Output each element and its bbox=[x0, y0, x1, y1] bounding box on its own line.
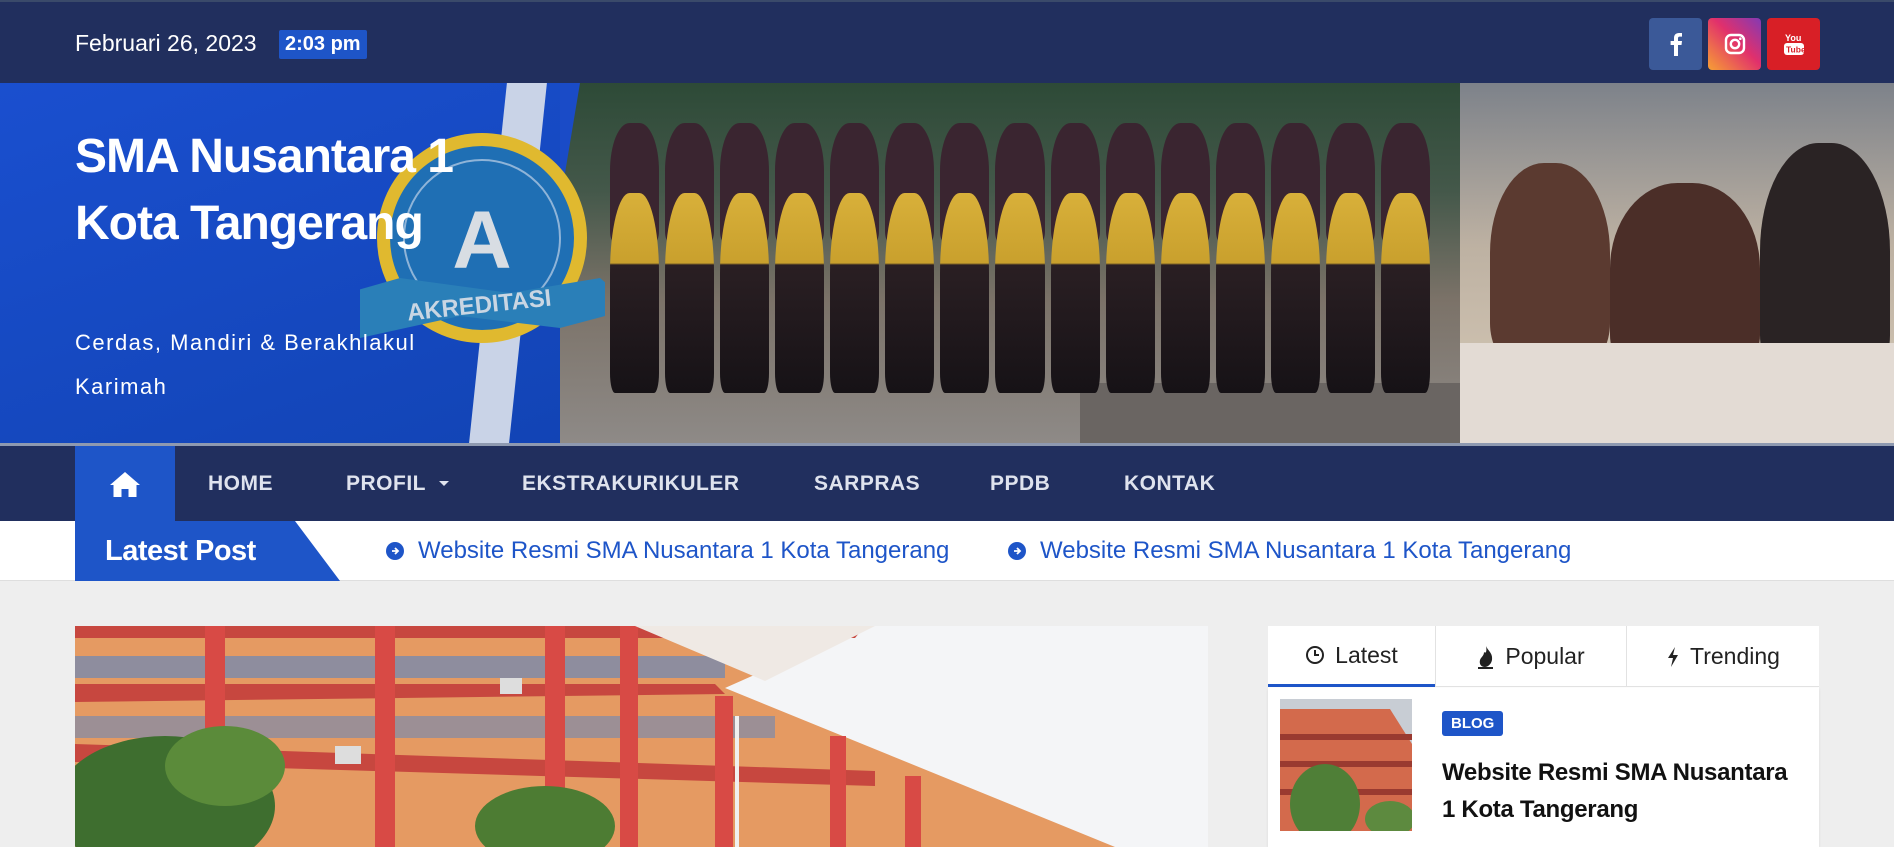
nav-item-home[interactable]: HOME bbox=[208, 446, 273, 521]
youtube-link[interactable]: You Tube bbox=[1767, 18, 1820, 70]
fire-icon bbox=[1478, 645, 1494, 669]
post-thumbnail[interactable] bbox=[1280, 699, 1412, 831]
instagram-icon bbox=[1724, 33, 1745, 55]
tab-popular[interactable]: Popular bbox=[1436, 626, 1626, 687]
photo-people-front bbox=[610, 193, 1430, 393]
circle-arrow-right-icon bbox=[386, 542, 404, 560]
header-students-photo bbox=[1460, 83, 1894, 443]
current-date: Februari 26, 2023 bbox=[75, 30, 257, 56]
tab-latest-label: Latest bbox=[1335, 641, 1398, 668]
ticker-label: Latest Post bbox=[75, 521, 340, 581]
nav-home-icon-button[interactable] bbox=[75, 446, 175, 521]
clock-icon bbox=[1306, 646, 1325, 664]
post-category-badge[interactable]: BLOG bbox=[1442, 711, 1504, 736]
latest-post-ticker: Latest Post Website Resmi SMA Nusantara … bbox=[0, 521, 1894, 581]
instagram-link[interactable] bbox=[1708, 18, 1761, 70]
tab-trending-label: Trending bbox=[1690, 643, 1780, 669]
nav-item-profil-label: PROFIL bbox=[346, 472, 426, 495]
top-bar: Februari 26, 2023 2:03 pm You Tube bbox=[0, 0, 1894, 83]
ticker-item-text: Website Resmi SMA Nusantara 1 Kota Tange… bbox=[418, 537, 950, 564]
ticker-item-text: Website Resmi SMA Nusantara 1 Kota Tange… bbox=[1040, 537, 1572, 564]
facebook-link[interactable] bbox=[1649, 18, 1702, 70]
ticker-item[interactable]: Website Resmi SMA Nusantara 1 Kota Tange… bbox=[386, 521, 949, 581]
tab-popular-label: Popular bbox=[1505, 643, 1585, 669]
facebook-icon bbox=[1670, 33, 1682, 56]
bolt-icon bbox=[1668, 646, 1679, 667]
featured-post-image[interactable] bbox=[75, 626, 1208, 847]
tab-latest[interactable]: Latest bbox=[1268, 626, 1435, 687]
svg-text:Tube: Tube bbox=[1786, 45, 1806, 55]
nav-item-profil[interactable]: PROFIL bbox=[346, 446, 450, 521]
site-tagline: Cerdas, Mandiri & Berakhlakul Karimah bbox=[75, 330, 416, 399]
site-header: A AKREDITASI SMA Nusantara 1 Kota Tanger… bbox=[0, 83, 1894, 443]
current-time: 2:03 pm bbox=[279, 30, 367, 59]
sidebar-tab-bar: Latest Popular Trending bbox=[1268, 626, 1819, 687]
tab-trending[interactable]: Trending bbox=[1627, 626, 1819, 687]
ticker-item[interactable]: Website Resmi SMA Nusantara 1 Kota Tange… bbox=[1008, 521, 1571, 581]
post-title-link[interactable]: Website Resmi SMA Nusantara 1 Kota Tange… bbox=[1442, 754, 1802, 828]
sidebar-post-item[interactable]: BLOG Website Resmi SMA Nusantara 1 Kota … bbox=[1268, 688, 1819, 847]
home-icon bbox=[110, 471, 140, 497]
site-title[interactable]: SMA Nusantara 1 Kota Tangerang bbox=[75, 123, 495, 257]
nav-item-sarpras[interactable]: SARPRAS bbox=[814, 446, 920, 521]
nav-item-ekstrakurikuler[interactable]: EKSTRAKURIKULER bbox=[522, 446, 740, 521]
chevron-down-icon bbox=[438, 481, 449, 487]
nav-item-ppdb[interactable]: PPDB bbox=[990, 446, 1050, 521]
youtube-icon: You Tube bbox=[1783, 33, 1806, 55]
school-building-image bbox=[75, 626, 1208, 847]
main-nav: HOME PROFIL EKSTRAKURIKULER SARPRAS PPDB… bbox=[0, 443, 1894, 521]
svg-text:You: You bbox=[1785, 33, 1801, 43]
sidebar-tabs-widget: Latest Popular Trending BLOG Website Res… bbox=[1268, 626, 1819, 847]
nav-item-kontak[interactable]: KONTAK bbox=[1124, 446, 1215, 521]
circle-arrow-right-icon bbox=[1008, 542, 1026, 560]
